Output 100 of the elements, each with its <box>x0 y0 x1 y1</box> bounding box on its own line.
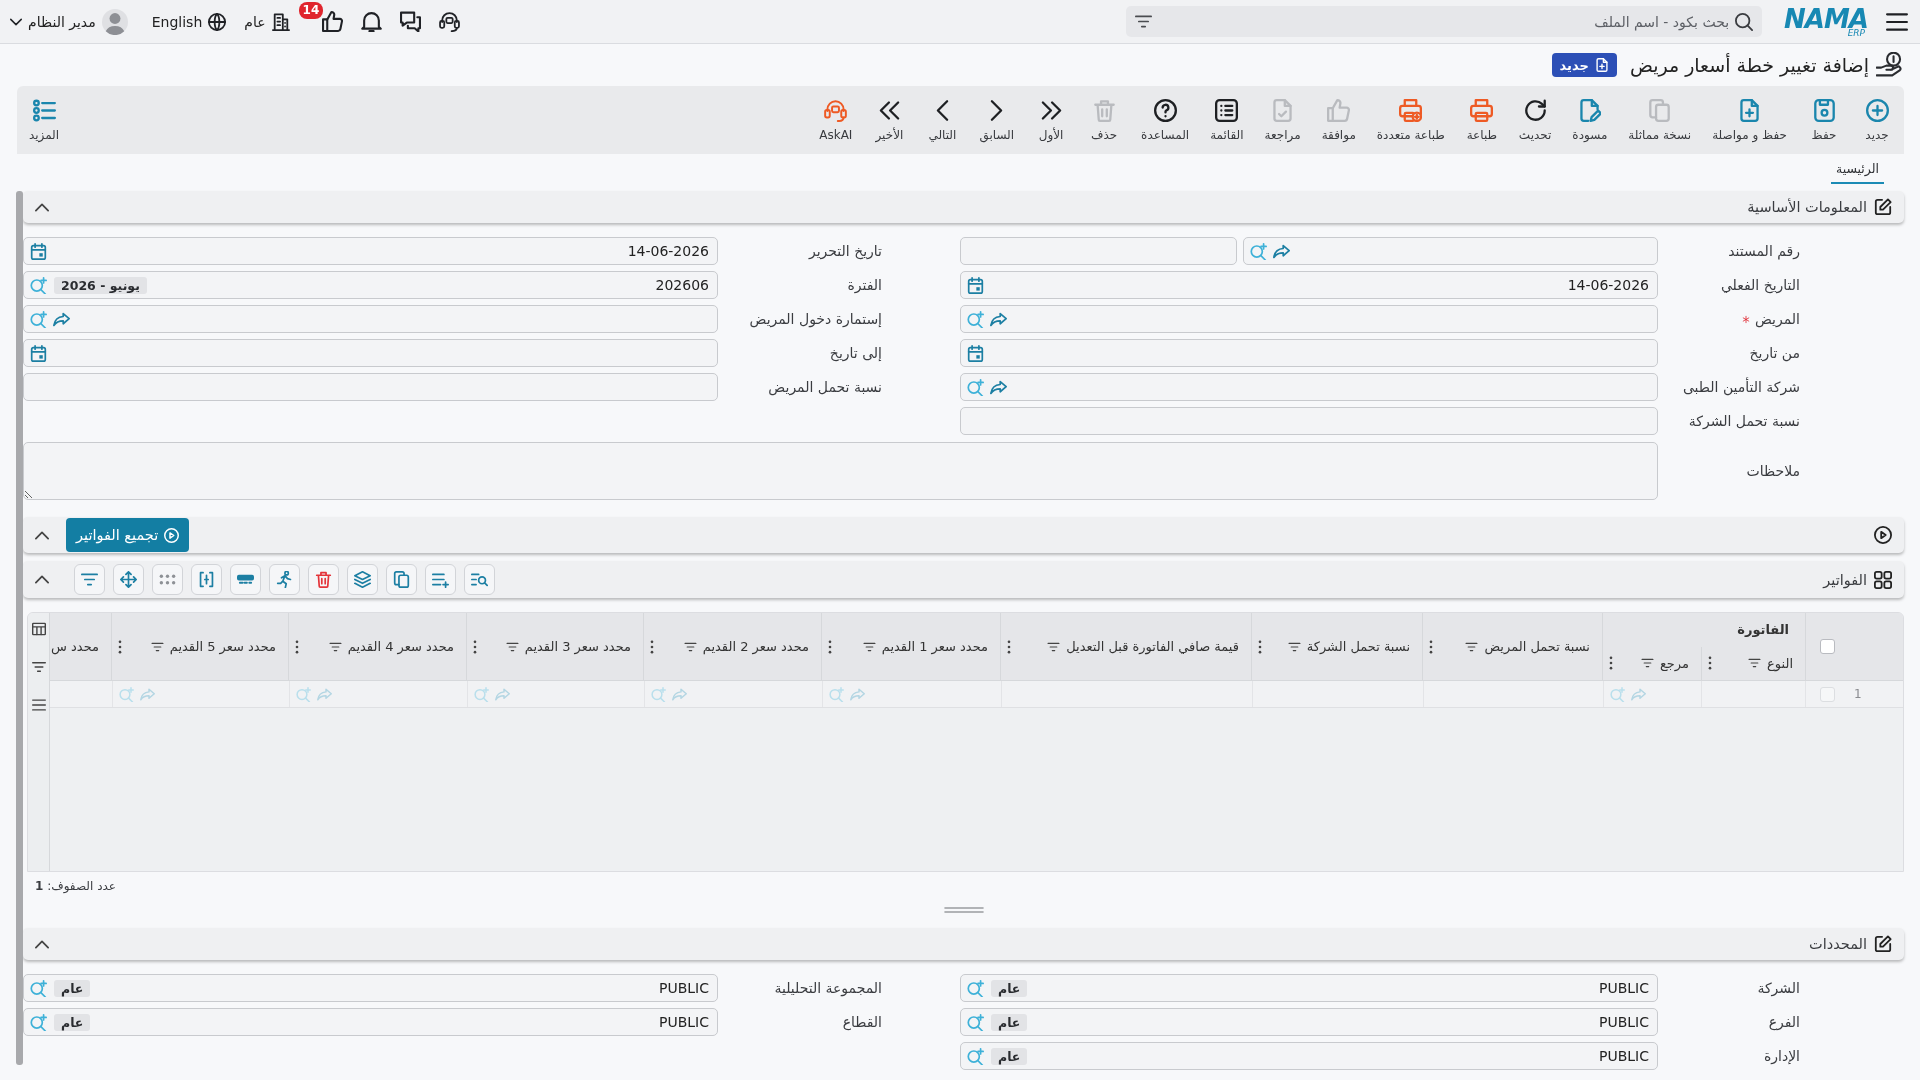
messages-button[interactable] <box>399 11 421 32</box>
search-icon[interactable] <box>30 979 47 997</box>
language-selector[interactable]: English <box>151 12 227 31</box>
chevron-up-icon[interactable] <box>35 939 49 949</box>
filter-button[interactable] <box>1135 13 1153 30</box>
notifications-button[interactable] <box>360 11 382 32</box>
search-icon[interactable] <box>30 1013 47 1031</box>
tab[interactable]: الرئيسية <box>1830 161 1884 184</box>
lookup-field[interactable] <box>960 373 1658 401</box>
more-button[interactable]: المزيد <box>23 94 65 146</box>
kebab-menu-icon[interactable] <box>1609 656 1613 671</box>
filter-icon[interactable] <box>1047 640 1061 653</box>
next-button[interactable]: التالي <box>921 94 964 146</box>
kebab-menu-icon[interactable] <box>1708 656 1712 671</box>
lookup-field[interactable] <box>960 305 1658 333</box>
first-button[interactable]: الأول <box>1030 94 1073 146</box>
print-button[interactable]: طباعة <box>1460 94 1503 146</box>
search-icon[interactable] <box>967 979 984 997</box>
forward-arrow-icon[interactable] <box>1273 242 1290 260</box>
user-menu[interactable]: مدير النظام <box>10 8 128 35</box>
fit-columns-button[interactable] <box>191 564 222 595</box>
search-rows-button[interactable] <box>464 564 495 595</box>
search-icon[interactable] <box>1250 242 1267 260</box>
save-button[interactable]: حفظ <box>1803 94 1845 146</box>
kebab-menu-icon[interactable] <box>118 639 122 654</box>
calendar-icon[interactable] <box>967 344 984 362</box>
new-button[interactable]: جديد <box>1856 94 1898 146</box>
list-button[interactable]: القائمة <box>1205 94 1249 146</box>
menu-button[interactable] <box>1886 10 1908 33</box>
date-field[interactable]: 14-06-2026 <box>23 237 718 265</box>
filter-icon[interactable] <box>505 640 519 653</box>
search-icon[interactable] <box>30 276 47 294</box>
save-continue-button[interactable]: حفظ و مواصلة <box>1707 94 1792 146</box>
kebab-menu-icon[interactable] <box>1429 639 1433 654</box>
date-field[interactable]: 14-06-2026 <box>960 271 1658 299</box>
calendar-icon[interactable] <box>967 276 984 294</box>
filter-icon[interactable] <box>1748 657 1762 670</box>
scrollbar-thumb[interactable] <box>16 191 23 1065</box>
last-button[interactable]: الأخير <box>868 94 911 146</box>
filter-icon[interactable] <box>1465 640 1479 653</box>
text-field[interactable] <box>960 407 1658 435</box>
help-button[interactable]: المساعدة <box>1136 94 1195 146</box>
kebab-menu-icon[interactable] <box>473 639 477 654</box>
search-icon[interactable] <box>967 378 984 396</box>
kebab-menu-icon[interactable] <box>650 639 654 654</box>
ask-ai-button[interactable]: AskAI <box>814 94 858 146</box>
kebab-menu-icon[interactable] <box>1007 639 1011 654</box>
kebab-menu-icon[interactable] <box>828 639 832 654</box>
chevron-up-icon[interactable] <box>35 530 49 540</box>
previous-button[interactable]: السابق <box>974 94 1020 146</box>
lookup-field[interactable] <box>1243 237 1658 265</box>
text-field[interactable] <box>23 373 718 401</box>
search-icon[interactable] <box>967 310 984 328</box>
search-icon[interactable] <box>967 1047 984 1065</box>
filter-icon[interactable] <box>150 640 164 653</box>
dots-grid-button[interactable] <box>152 564 183 595</box>
forward-arrow-icon[interactable] <box>53 310 70 328</box>
forward-arrow-icon[interactable] <box>990 378 1007 396</box>
search-icon[interactable] <box>30 310 47 328</box>
search-icon[interactable] <box>967 1013 984 1031</box>
refresh-button[interactable]: تحديث <box>1513 94 1557 146</box>
chevron-up-icon[interactable] <box>35 202 49 212</box>
company-selector[interactable]: عام <box>244 12 290 31</box>
kebab-menu-icon[interactable] <box>295 639 299 654</box>
move-button[interactable] <box>113 564 144 595</box>
filter-icon[interactable] <box>31 660 46 674</box>
date-field[interactable] <box>960 339 1658 367</box>
date-field[interactable] <box>23 339 718 367</box>
filter-icon[interactable] <box>862 640 876 653</box>
column-title: محدد س <box>51 639 99 654</box>
text-field[interactable] <box>960 237 1237 265</box>
forward-arrow-icon[interactable] <box>990 310 1007 328</box>
filter-icon[interactable] <box>1640 657 1654 670</box>
calendar-icon[interactable] <box>30 242 47 260</box>
kebab-menu-icon[interactable] <box>1258 639 1262 654</box>
filter-icon[interactable] <box>1287 640 1301 653</box>
checkbox[interactable] <box>1819 639 1835 654</box>
add-row-button[interactable] <box>425 564 456 595</box>
filter-icon[interactable] <box>683 640 697 653</box>
lookup-field[interactable] <box>23 305 718 333</box>
collect-invoices-button[interactable]: تجميع الفواتير <box>66 518 190 552</box>
multi-print-button[interactable]: طباعة متعددة <box>1371 94 1450 146</box>
filter-button[interactable] <box>74 564 105 595</box>
columns-icon[interactable] <box>31 622 46 636</box>
bars-button[interactable] <box>230 564 261 595</box>
search-field[interactable]: بحث بكود - اسم الملف <box>1126 6 1763 37</box>
ai-assistant-button[interactable] <box>438 11 460 32</box>
copy-rows-button[interactable] <box>386 564 417 595</box>
chevron-up-icon[interactable] <box>35 575 49 584</box>
running-figure-button[interactable] <box>269 564 300 595</box>
delete-rows-button[interactable] <box>308 564 339 595</box>
layers-button[interactable] <box>347 564 378 595</box>
approvals-button[interactable] <box>321 11 343 32</box>
filter-icon[interactable] <box>328 640 342 653</box>
calendar-icon[interactable] <box>30 344 47 362</box>
draft-button[interactable]: مسودة <box>1567 94 1613 146</box>
notes-field[interactable] <box>23 442 1658 500</box>
checkbox[interactable] <box>1819 686 1835 702</box>
resize-handle[interactable] <box>943 906 984 914</box>
menu-icon[interactable] <box>31 698 46 712</box>
